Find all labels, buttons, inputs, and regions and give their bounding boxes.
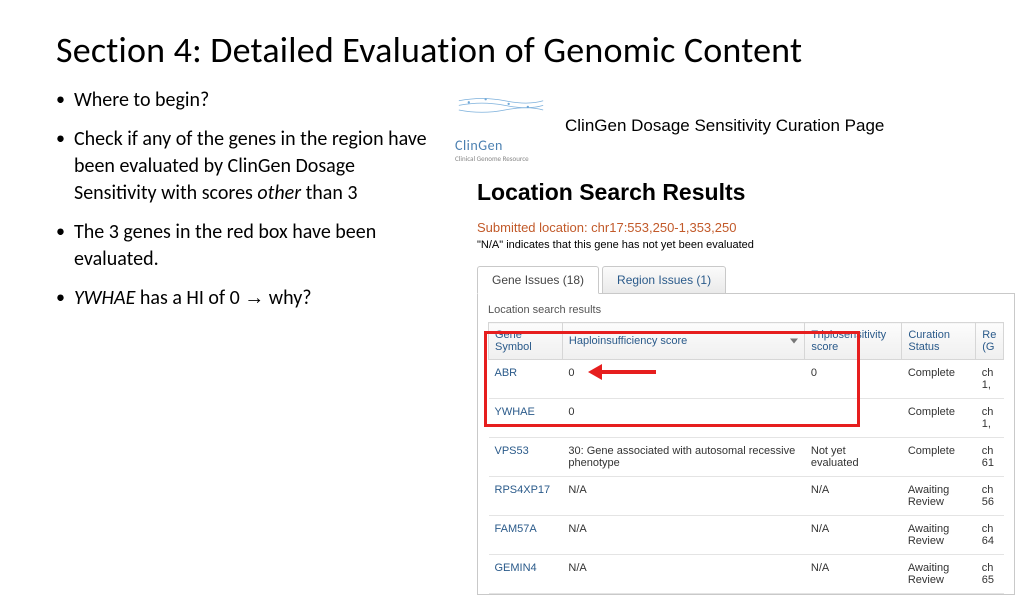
- table-row[interactable]: RPS4XP17N/AN/AAwaiting Reviewch 56: [489, 477, 1004, 516]
- arrow-icon: →: [244, 287, 264, 309]
- col-curation-status[interactable]: Curation Status: [902, 323, 976, 360]
- col-ts-score[interactable]: Triplosensitivity score: [805, 323, 902, 360]
- bullet-text: than 3: [301, 181, 357, 205]
- logo-text: ClinGen: [455, 137, 547, 154]
- ts-score-cell: N/A: [805, 555, 902, 594]
- page-title: ClinGen Dosage Sensitivity Curation Page: [565, 116, 884, 136]
- region-cell: ch 65: [976, 555, 1004, 594]
- curation-status-cell: Complete: [902, 438, 976, 477]
- col-gene-symbol[interactable]: Gene Symbol: [489, 323, 563, 360]
- bullet-text-italic: YWHAE: [74, 286, 135, 310]
- ts-score-cell: Not yet evaluated: [805, 438, 902, 477]
- table-row[interactable]: YWHAE0 Completech 1,: [489, 399, 1004, 438]
- hi-score-cell: N/A: [562, 555, 804, 594]
- table-row[interactable]: FAM57AN/AN/AAwaiting Reviewch 64: [489, 516, 1004, 555]
- region-cell: ch 56: [976, 477, 1004, 516]
- panel-subtitle: Location search results: [488, 304, 1004, 316]
- clingen-screenshot: ClinGen Clinical Genome Resource ClinGen…: [455, 88, 1015, 595]
- logo-subtext: Clinical Genome Resource: [455, 154, 547, 163]
- tab-gene-issues[interactable]: Gene Issues (18): [477, 266, 599, 294]
- hi-score-cell: N/A: [562, 477, 804, 516]
- hi-score-cell: N/A: [562, 516, 804, 555]
- gene-symbol-cell[interactable]: GEMIN4: [489, 555, 563, 594]
- table-row[interactable]: ABR00Completech 1,: [489, 360, 1004, 399]
- region-cell: ch 1,: [976, 399, 1004, 438]
- curation-status-cell: Awaiting Review: [902, 477, 976, 516]
- curation-status-cell: Complete: [902, 360, 976, 399]
- gene-symbol-cell[interactable]: FAM57A: [489, 516, 563, 555]
- curation-status-cell: Awaiting Review: [902, 555, 976, 594]
- results-panel: Location search results Gene Symbol Hapl…: [477, 293, 1015, 595]
- table-row[interactable]: VPS5330: Gene associated with autosomal …: [489, 438, 1004, 477]
- na-note: "N/A" indicates that this gene has not y…: [477, 239, 1015, 251]
- bullet-item: YWHAE has a HI of 0 → why?: [56, 285, 436, 312]
- col-hi-score[interactable]: Haploinsufficiency score: [562, 323, 804, 360]
- bullet-list: Where to begin? Check if any of the gene…: [56, 87, 436, 324]
- bullet-text: why?: [264, 286, 311, 310]
- tabs: Gene Issues (18) Region Issues (1): [477, 265, 1015, 293]
- ts-score-cell: [805, 399, 902, 438]
- table-row[interactable]: GEMIN4N/AN/AAwaiting Reviewch 65: [489, 555, 1004, 594]
- hi-score-cell: 0: [562, 360, 804, 399]
- hi-score-cell: 0: [562, 399, 804, 438]
- tab-region-issues[interactable]: Region Issues (1): [602, 266, 726, 294]
- bullet-text: has a HI of 0: [135, 286, 244, 310]
- region-cell: ch 64: [976, 516, 1004, 555]
- bullet-text-italic: other: [257, 181, 301, 205]
- slide-title: Section 4: Detailed Evaluation of Genomi…: [56, 28, 976, 73]
- region-cell: ch 1,: [976, 360, 1004, 399]
- bullet-item: Check if any of the genes in the region …: [56, 126, 436, 207]
- bullet-text: Check if any of the genes in the region …: [74, 127, 427, 205]
- curation-status-cell: Complete: [902, 399, 976, 438]
- curation-status-cell: Awaiting Review: [902, 516, 976, 555]
- clingen-logo: ClinGen Clinical Genome Resource: [455, 88, 547, 163]
- gene-symbol-cell[interactable]: ABR: [489, 360, 563, 399]
- ts-score-cell: N/A: [805, 477, 902, 516]
- gene-symbol-cell[interactable]: RPS4XP17: [489, 477, 563, 516]
- bullet-item: The 3 genes in the red box have been eva…: [56, 219, 436, 273]
- ts-score-cell: 0: [805, 360, 902, 399]
- gene-symbol-cell[interactable]: VPS53: [489, 438, 563, 477]
- region-cell: ch 61: [976, 438, 1004, 477]
- results-table: Gene Symbol Haploinsufficiency score Tri…: [488, 322, 1004, 594]
- ts-score-cell: N/A: [805, 516, 902, 555]
- col-region[interactable]: Re (G: [976, 323, 1004, 360]
- submitted-location: Submitted location: chr17:553,250-1,353,…: [477, 220, 1015, 235]
- hi-score-cell: 30: Gene associated with autosomal reces…: [562, 438, 804, 477]
- bullet-item: Where to begin?: [56, 87, 436, 114]
- gene-symbol-cell[interactable]: YWHAE: [489, 399, 563, 438]
- section-heading: Location Search Results: [477, 179, 1015, 206]
